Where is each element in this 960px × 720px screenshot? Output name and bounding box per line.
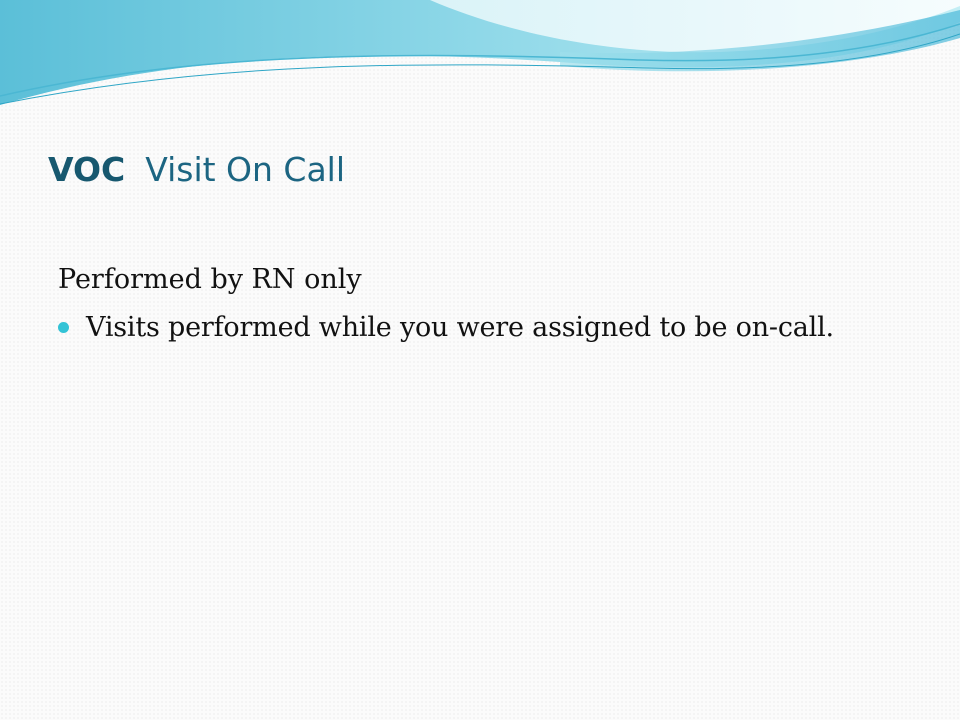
title-abbreviation: VOC — [48, 150, 126, 189]
slide: VOC Visit On Call Performed by RN only Vi… — [0, 0, 960, 720]
title-full-name: Visit On Call — [145, 150, 346, 189]
bullet-list: Visits performed while you were assigned… — [58, 306, 938, 350]
bullet-item: Visits performed while you were assigned… — [58, 306, 938, 350]
slide-body: Performed by RN only Visits performed wh… — [58, 258, 938, 350]
intro-line: Performed by RN only — [58, 264, 362, 295]
header-wave-decoration — [0, 0, 960, 105]
bullet-text: Visits performed while you were assigned… — [86, 312, 834, 343]
slide-title: VOC Visit On Call — [48, 146, 345, 194]
filled-circle-bullet-icon — [58, 322, 69, 333]
